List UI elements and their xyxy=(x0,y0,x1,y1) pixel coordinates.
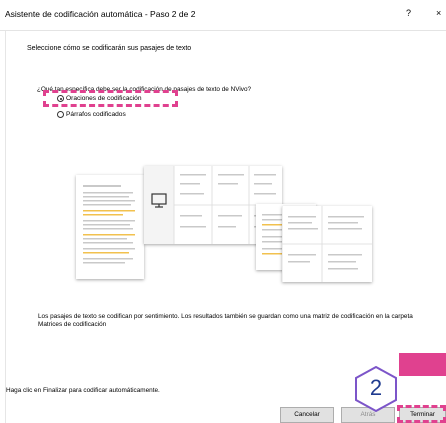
highlight-tab xyxy=(399,353,446,376)
cancel-button[interactable]: Cancelar xyxy=(280,407,334,423)
highlight-box-option xyxy=(43,90,178,107)
option-paragraphs-label[interactable]: Párrafos codificados xyxy=(66,111,126,118)
matrix-table-right xyxy=(281,206,372,282)
help-icon[interactable]: ? xyxy=(406,8,411,18)
highlight-box-finish xyxy=(397,405,446,423)
step-badge: 2 xyxy=(355,365,397,413)
matrix-table-right-grid xyxy=(281,206,372,282)
document-left xyxy=(76,175,144,279)
instruction-text: Seleccione cómo se codificarán sus pasaj… xyxy=(27,45,192,52)
radio-paragraphs[interactable] xyxy=(57,111,64,118)
window-title: Asistente de codificación automática - P… xyxy=(5,9,196,19)
step-number: 2 xyxy=(369,375,383,400)
coding-illustration xyxy=(76,166,372,282)
close-icon[interactable]: × xyxy=(436,8,441,18)
finish-instruction: Haga clic en Finalizar para codificar au… xyxy=(6,387,160,394)
title-bar: Asistente de codificación automática - P… xyxy=(0,0,446,31)
document-left-lines xyxy=(83,185,135,264)
result-description: Los pasajes de texto se codifican por se… xyxy=(38,313,413,328)
